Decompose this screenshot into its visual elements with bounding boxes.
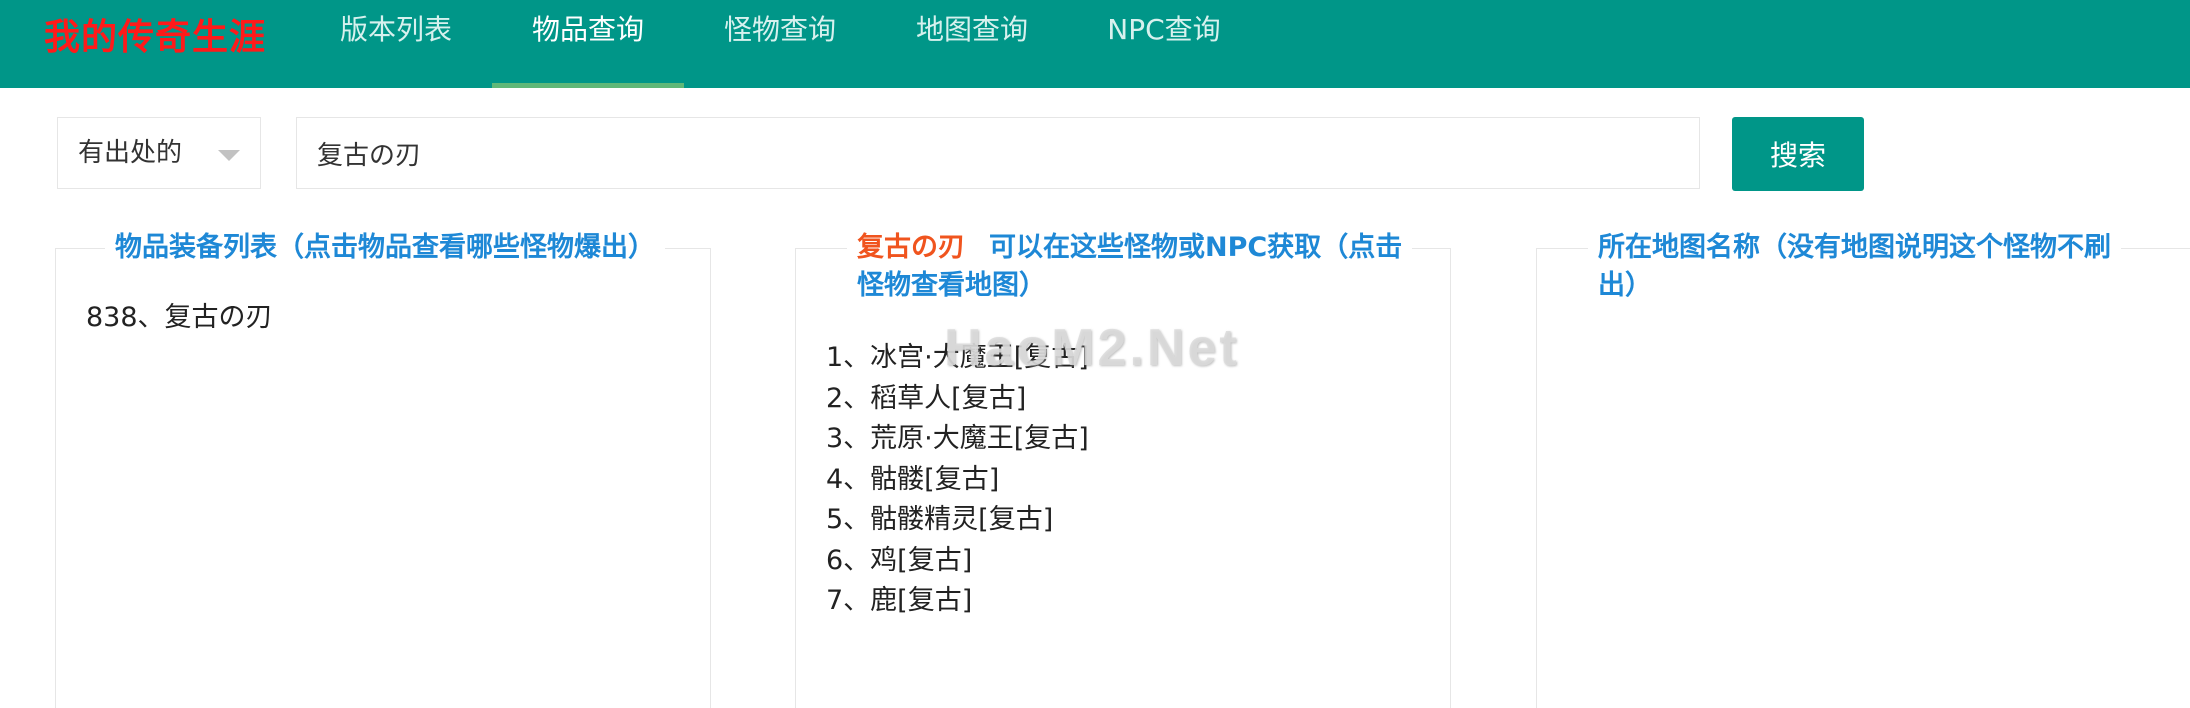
nav-map-search[interactable]: 地图查询 — [876, 0, 1068, 88]
item-list: 838、复古の刃 — [86, 298, 273, 339]
source-list-title: 复古の刃 可以在这些怪物或NPC获取（点击 怪物查看地图） — [847, 229, 1413, 305]
map-list-panel — [1536, 248, 2190, 708]
source-entry[interactable]: 5、骷髅精灵[复古] — [826, 500, 1089, 541]
top-nav-bar: 我的传奇生涯 版本列表 物品查询 怪物查询 地图查询 NPC查询 — [0, 0, 2190, 88]
site-watermark: HaoM2.Net — [944, 319, 1240, 377]
chevron-down-icon — [218, 150, 240, 161]
item-list-title: 物品装备列表（点击物品查看哪些怪物爆出） — [105, 229, 665, 267]
nav-monster-search[interactable]: 怪物查询 — [684, 0, 876, 88]
nav-npc-search[interactable]: NPC查询 — [1068, 0, 1260, 88]
source-entry[interactable]: 7、鹿[复古] — [826, 581, 1089, 622]
search-input[interactable] — [296, 117, 1700, 189]
source-filter-select[interactable]: 有出处的 — [57, 117, 261, 189]
nav-version-list[interactable]: 版本列表 — [300, 0, 492, 88]
source-filter-value: 有出处的 — [78, 138, 183, 168]
source-entry[interactable]: 2、稻草人[复古] — [826, 379, 1089, 420]
nav-item-search[interactable]: 物品查询 — [492, 0, 684, 88]
site-logo[interactable]: 我的传奇生涯 — [44, 8, 266, 60]
source-list: 1、冰宫·大魔王[复古] 2、稻草人[复古] 3、荒原·大魔王[复古] 4、骷髅… — [826, 338, 1089, 622]
source-entry[interactable]: 6、鸡[复古] — [826, 541, 1089, 582]
map-list-title: 所在地图名称（没有地图说明这个怪物不刷 出） — [1588, 229, 2121, 305]
search-button[interactable]: 搜索 — [1732, 117, 1864, 191]
selected-item-name: 复古の刃 — [857, 232, 965, 263]
source-entry[interactable]: 3、荒原·大魔王[复古] — [826, 419, 1089, 460]
source-entry[interactable]: 4、骷髅[复古] — [826, 460, 1089, 501]
item-entry[interactable]: 838、复古の刃 — [86, 298, 273, 339]
